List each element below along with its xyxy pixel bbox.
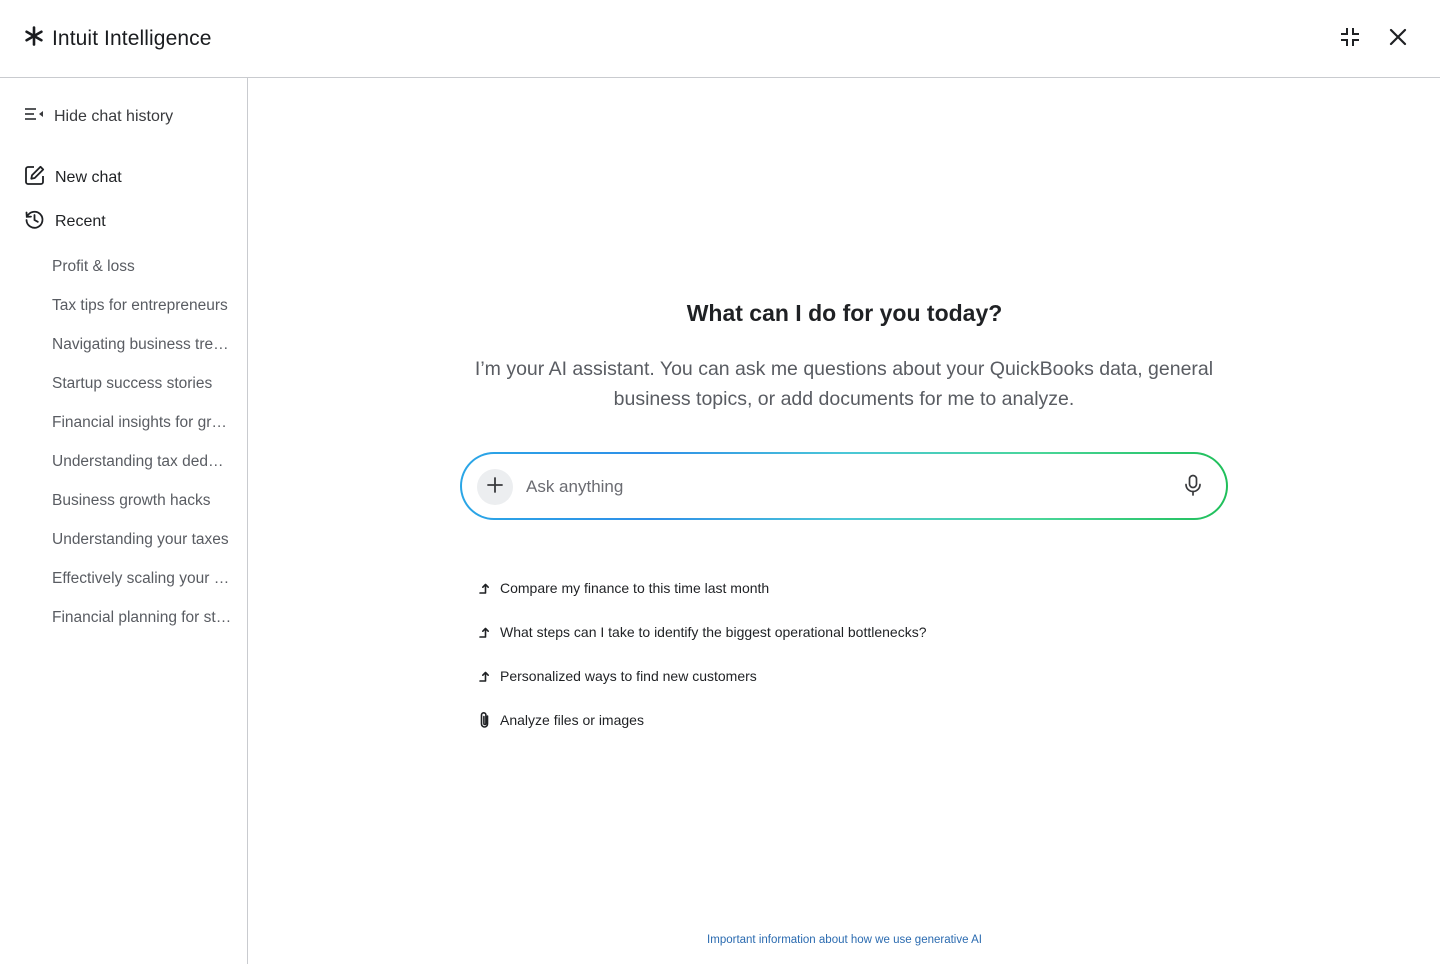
- app-header: Intuit Intelligence: [0, 0, 1440, 78]
- edit-icon: [24, 165, 45, 191]
- suggestion-list: Compare my finance to this time last mon…: [478, 566, 926, 742]
- hide-chat-history-label: Hide chat history: [54, 107, 174, 125]
- recent-chat-item[interactable]: Effectively scaling your business: [52, 568, 232, 607]
- suggestion-text: Personalized ways to find new customers: [500, 668, 757, 684]
- recent-chat-item[interactable]: Understanding your taxes: [52, 529, 232, 568]
- recent-label: Recent: [55, 213, 106, 230]
- app-title: Intuit Intelligence: [52, 26, 212, 50]
- voice-input-button[interactable]: [1180, 474, 1206, 500]
- close-icon: [1389, 28, 1407, 51]
- generative-ai-info-link[interactable]: Important information about how we use g…: [249, 934, 1440, 946]
- close-button[interactable]: [1383, 24, 1413, 54]
- recent-section-header: Recent: [24, 209, 106, 235]
- hide-chat-history-button[interactable]: Hide chat history: [24, 106, 173, 127]
- paperclip-icon: [478, 711, 492, 729]
- hide-menu-icon: [24, 106, 44, 127]
- arrow-turn-up-icon: [478, 670, 492, 683]
- suggestion-text: Analyze files or images: [500, 712, 644, 728]
- suggestion-text: What steps can I take to identify the bi…: [500, 624, 927, 640]
- minimize-button[interactable]: [1335, 24, 1365, 54]
- recent-chats-list: Profit & loss Tax tips for entrepreneurs…: [52, 256, 232, 646]
- microphone-icon: [1184, 474, 1202, 501]
- ask-input[interactable]: [526, 470, 1146, 504]
- suggestion-item[interactable]: Analyze files or images: [478, 698, 926, 742]
- chat-history-sidebar: Hide chat history New chat Recent Profit…: [0, 78, 248, 964]
- chat-main-panel: What can I do for you today? I’m your AI…: [249, 78, 1440, 964]
- recent-chat-item[interactable]: Startup success stories: [52, 373, 232, 412]
- suggestion-item[interactable]: Personalized ways to find new customers: [478, 654, 926, 698]
- suggestion-item[interactable]: What steps can I take to identify the bi…: [478, 610, 926, 654]
- recent-chat-item[interactable]: Understanding tax deductions: [52, 451, 232, 490]
- suggestion-text: Compare my finance to this time last mon…: [500, 580, 770, 596]
- brand: Intuit Intelligence: [24, 26, 212, 51]
- plus-icon: [486, 476, 504, 499]
- suggestion-item[interactable]: Compare my finance to this time last mon…: [478, 566, 926, 610]
- chat-input-box: [460, 452, 1228, 520]
- history-icon: [24, 209, 45, 235]
- new-chat-label: New chat: [55, 169, 122, 186]
- page-title: What can I do for you today?: [686, 300, 1003, 326]
- asterisk-icon: [24, 26, 44, 51]
- recent-chat-item[interactable]: Financial planning for startups: [52, 607, 232, 646]
- new-chat-button[interactable]: New chat: [24, 165, 122, 191]
- collapse-icon: [1340, 27, 1360, 52]
- recent-chat-item[interactable]: Financial insights for growth: [52, 412, 232, 451]
- arrow-turn-up-icon: [478, 582, 492, 595]
- recent-chat-item[interactable]: Navigating business trends: [52, 334, 232, 373]
- recent-chat-item[interactable]: Business growth hacks: [52, 490, 232, 529]
- recent-chat-item[interactable]: Profit & loss: [52, 256, 232, 295]
- add-attachment-button[interactable]: [477, 469, 513, 505]
- recent-chat-item[interactable]: Tax tips for entrepreneurs: [52, 295, 232, 334]
- intro-text: I’m your AI assistant. You can ask me qu…: [474, 358, 1214, 410]
- arrow-turn-up-icon: [478, 626, 492, 639]
